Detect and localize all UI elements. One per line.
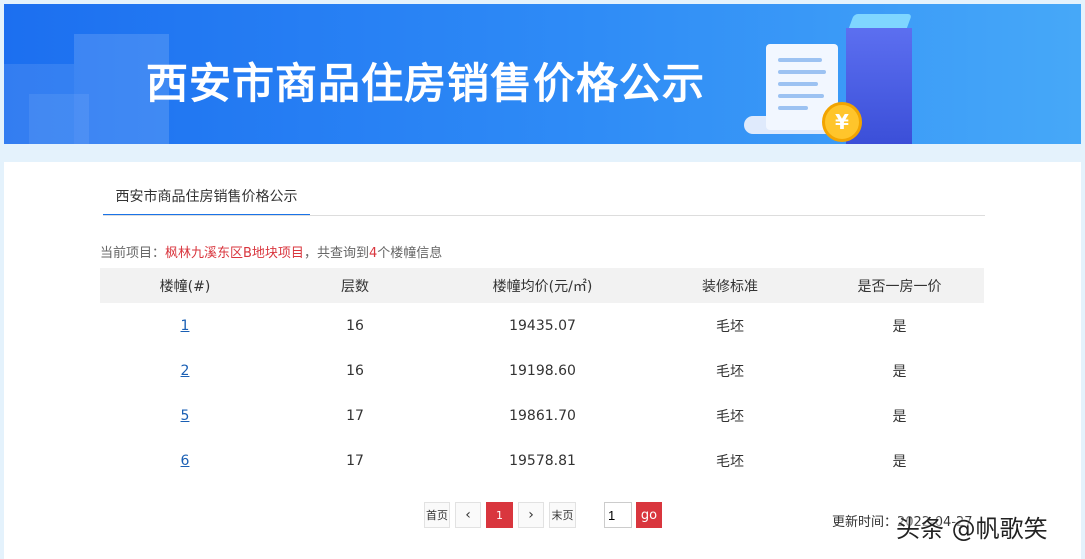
building-link[interactable]: 6 <box>181 453 190 469</box>
building-link[interactable]: 5 <box>181 408 190 424</box>
page-1-button[interactable]: 1 <box>486 502 513 528</box>
table-row: 1 16 19435.07 毛坯 是 <box>100 303 984 348</box>
building-link[interactable]: 2 <box>181 363 190 379</box>
watermark: 头条 @帆歌笑 <box>896 515 1048 543</box>
floors-cell: 16 <box>346 362 364 379</box>
query-info: 当前项目：枫林九溪东区B地块项目，共查询到4个楼幢信息 <box>100 242 442 261</box>
building-price-table: 楼幢(#) 层数 楼幢均价(元/㎡) 装修标准 是否一房一价 1 16 1943… <box>100 268 984 483</box>
floors-cell: 17 <box>346 407 364 424</box>
project-name: 枫林九溪东区B地块项目 <box>165 246 304 261</box>
first-page-button[interactable]: 首页 <box>424 502 450 528</box>
decoration-cell: 毛坯 <box>716 453 744 470</box>
one-price-cell: 是 <box>892 453 907 470</box>
go-button[interactable]: go <box>636 502 662 528</box>
info-suffix: 个楼幢信息 <box>377 246 443 261</box>
decoration-cell: 毛坯 <box>716 363 744 380</box>
one-price-cell: 是 <box>892 363 907 380</box>
info-prefix: 当前项目： <box>100 246 166 261</box>
last-page-button[interactable]: 末页 <box>549 502 576 528</box>
yuan-coin-icon: ¥ <box>822 102 862 142</box>
tab-price-announcement[interactable]: 西安市商品住房销售价格公示 <box>103 182 310 216</box>
table-header-row: 楼幢(#) 层数 楼幢均价(元/㎡) 装修标准 是否一房一价 <box>100 268 984 303</box>
header-floors: 层数 <box>270 268 440 303</box>
banner: 西安市商品住房销售价格公示 ¥ <box>4 4 1081 144</box>
prev-page-button[interactable]: ‹ <box>455 502 481 528</box>
floors-cell: 16 <box>346 317 364 334</box>
header-avg-price: 楼幢均价(元/㎡) <box>440 268 645 303</box>
one-price-cell: 是 <box>892 408 907 425</box>
header-decoration: 装修标准 <box>645 268 815 303</box>
page-number-input[interactable] <box>604 502 632 528</box>
floors-cell: 17 <box>346 452 364 469</box>
info-middle: ，共查询到 <box>303 246 369 261</box>
price-cell: 19435.07 <box>509 317 576 334</box>
table-row: 6 17 19578.81 毛坯 是 <box>100 438 984 483</box>
next-page-button[interactable]: › <box>518 502 544 528</box>
one-price-cell: 是 <box>892 318 907 335</box>
price-cell: 19861.70 <box>509 407 576 424</box>
price-cell: 19578.81 <box>509 452 576 469</box>
building-link[interactable]: 1 <box>181 318 190 334</box>
price-cell: 19198.60 <box>509 362 576 379</box>
decoration-cell: 毛坯 <box>716 318 744 335</box>
building-count: 4 <box>368 246 378 261</box>
tab-divider <box>103 215 985 216</box>
table-row: 5 17 19861.70 毛坯 是 <box>100 393 984 438</box>
decoration-cell: 毛坯 <box>716 408 744 425</box>
header-building: 楼幢(#) <box>100 268 270 303</box>
header-one-price: 是否一房一价 <box>815 268 984 303</box>
update-label: 更新时间： <box>832 515 898 530</box>
building-shape <box>29 94 89 144</box>
table-row: 2 16 19198.60 毛坯 是 <box>100 348 984 393</box>
banner-title: 西安市商品住房销售价格公示 <box>146 59 706 108</box>
